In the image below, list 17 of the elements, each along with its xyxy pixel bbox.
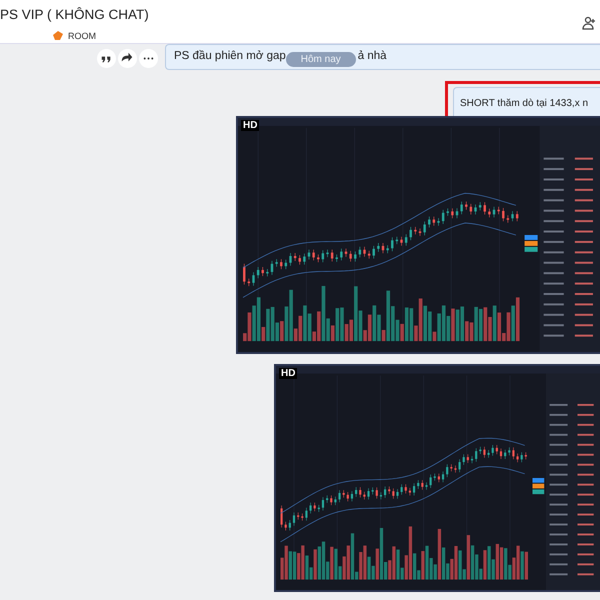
chat-title: PS VIP ( KHÔNG CHAT) <box>0 6 149 24</box>
message-text: SHORT thăm dò tại 1433,x n <box>460 98 588 109</box>
date-divider: Hôm nay <box>286 52 356 67</box>
message-text: ả nhà <box>358 50 387 62</box>
more-icon[interactable] <box>139 48 158 68</box>
price-tag-stack <box>532 478 544 494</box>
members-icon[interactable] <box>582 16 596 30</box>
message-text: PS đầu phiên mở gap <box>174 50 286 62</box>
room-label: ROOM <box>68 30 96 40</box>
quote-icon[interactable] <box>97 48 116 68</box>
screenshot-image[interactable]: HD <box>236 116 600 354</box>
price-tag-stack <box>524 235 538 252</box>
room-icon <box>52 30 64 41</box>
share-icon[interactable] <box>118 48 137 68</box>
screenshot-image[interactable]: HD <box>274 364 600 592</box>
hd-badge: HD <box>279 368 298 379</box>
hd-badge: HD <box>241 120 260 131</box>
